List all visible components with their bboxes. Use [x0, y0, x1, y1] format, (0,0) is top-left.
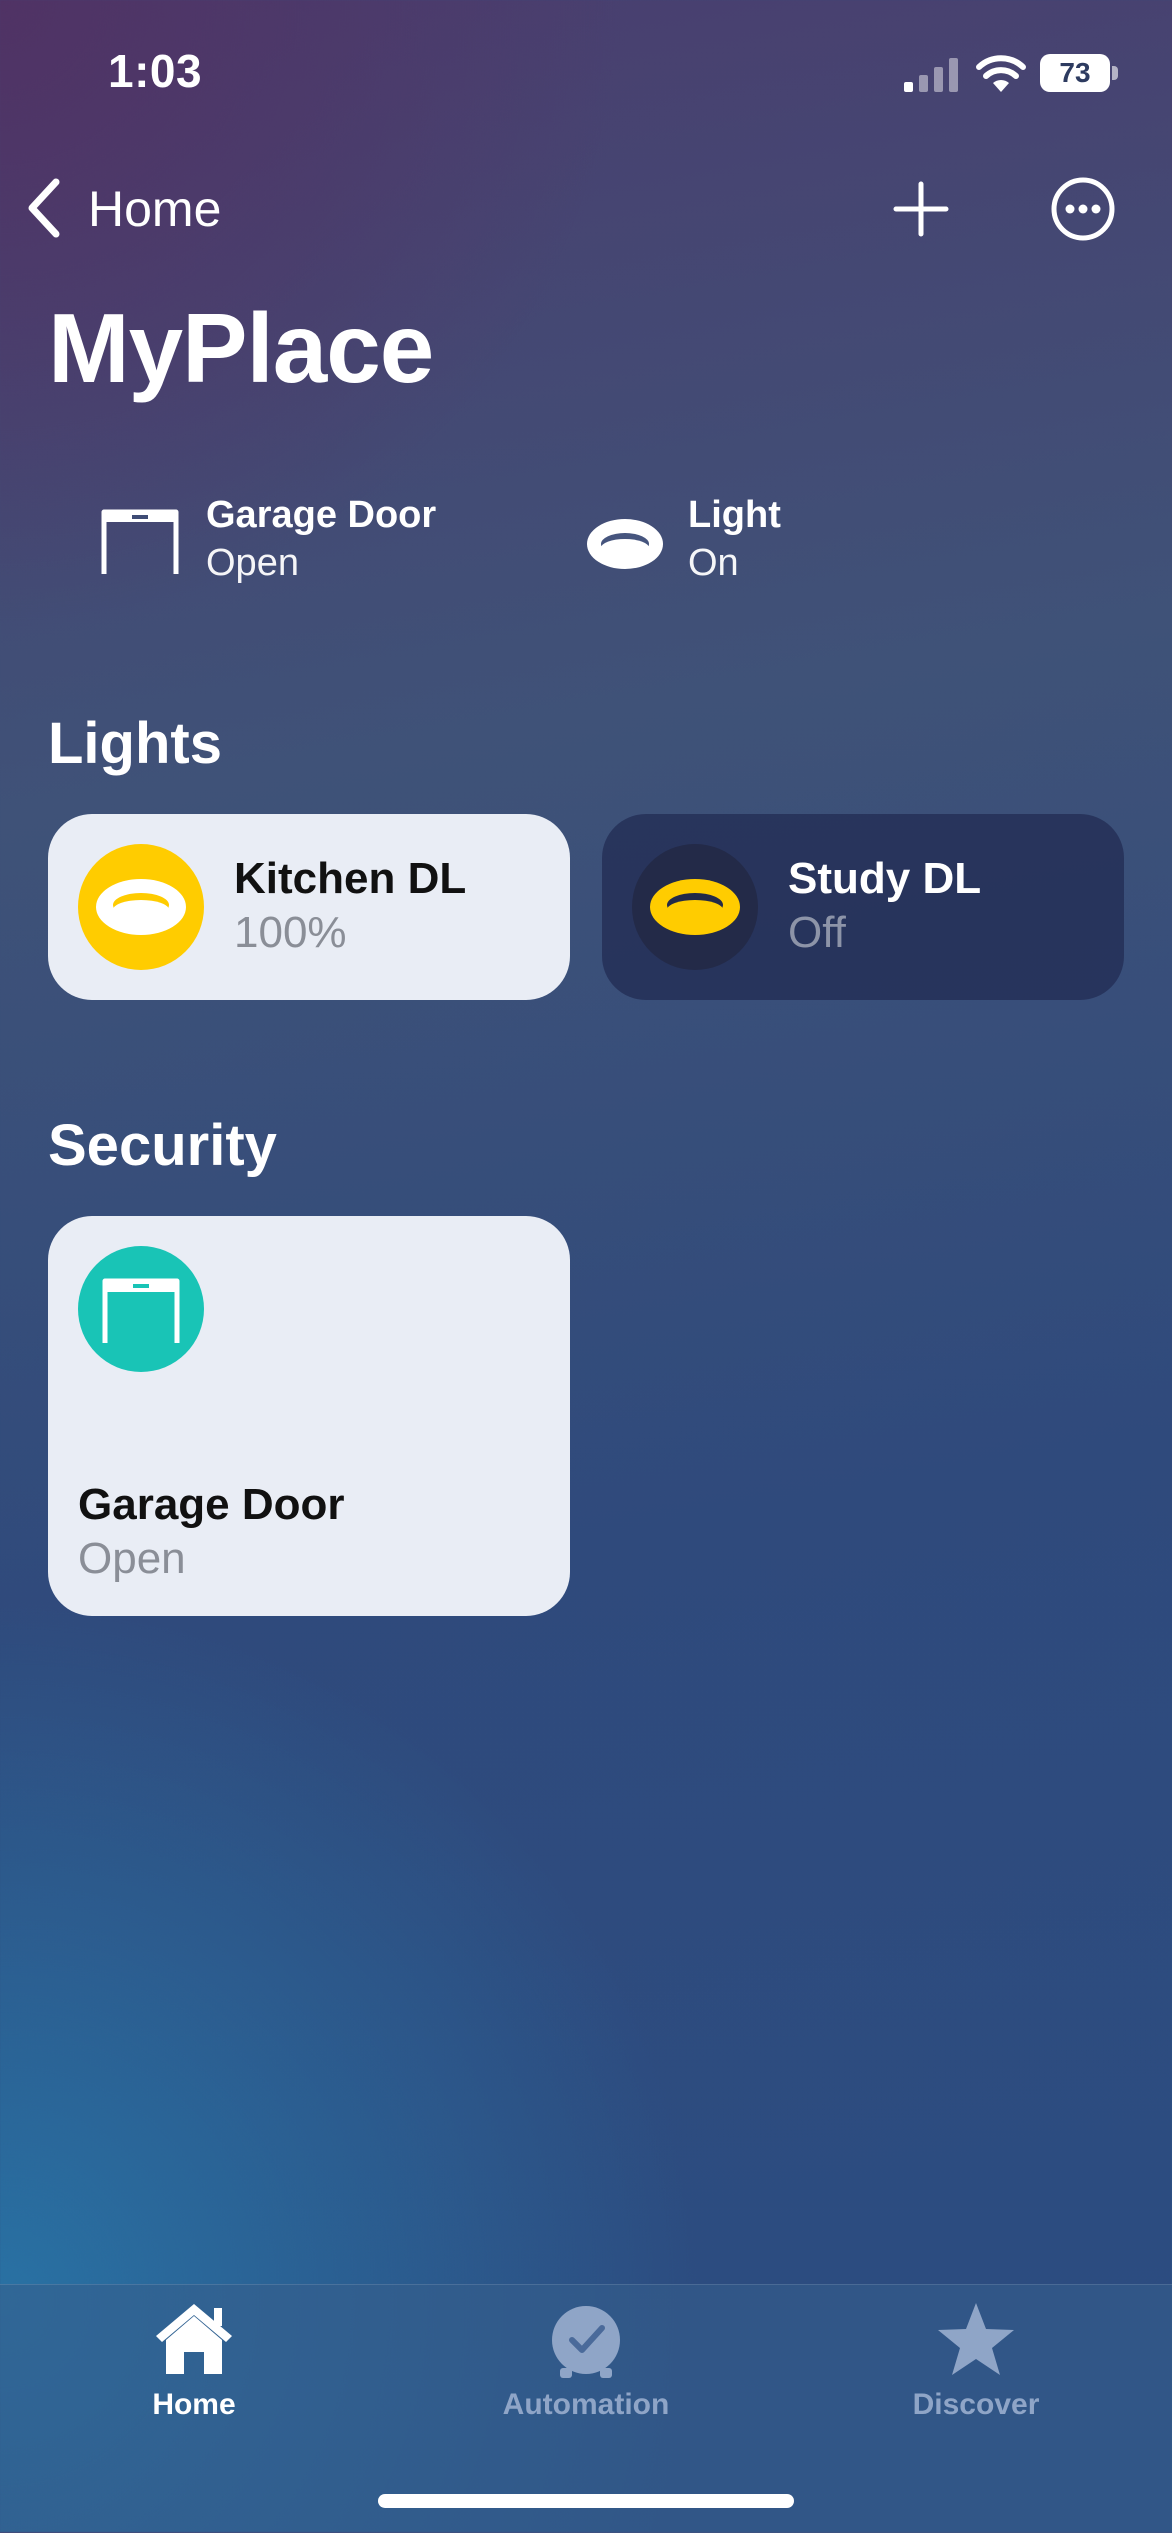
- accessory-tile-kitchen-dl[interactable]: Kitchen DL 100%: [48, 814, 570, 1000]
- battery-indicator: 73: [1040, 54, 1110, 92]
- tile-name: Kitchen DL: [234, 854, 467, 903]
- tile-status: Open: [78, 1534, 186, 1583]
- summary-item-light[interactable]: Light On: [582, 494, 882, 594]
- summary-status: Open: [206, 542, 299, 584]
- tile-name: Study DL: [788, 854, 982, 903]
- accessory-tile-garage-door[interactable]: Garage Door Open: [48, 1216, 570, 1616]
- wifi-icon: [976, 55, 1026, 92]
- clock-check-icon: [552, 2306, 620, 2378]
- battery-tip: [1112, 66, 1118, 80]
- more-options-icon[interactable]: [1050, 176, 1116, 242]
- section-title-security: Security: [48, 1113, 277, 1178]
- downlight-icon: [587, 519, 663, 569]
- downlight-icon: [650, 879, 740, 935]
- chevron-left-icon: [28, 178, 60, 238]
- accessory-tile-study-dl[interactable]: Study DL Off: [602, 814, 1124, 1000]
- add-icon[interactable]: [892, 180, 950, 238]
- tab-label: Home: [152, 2388, 236, 2421]
- house-icon: [156, 2304, 232, 2374]
- tab-automation[interactable]: Automation: [456, 2296, 716, 2436]
- tab-home[interactable]: Home: [64, 2296, 324, 2436]
- tab-label: Automation: [502, 2388, 670, 2421]
- summary-title: Light: [688, 494, 781, 536]
- summary-status: On: [688, 542, 739, 584]
- tile-icon-circle: [78, 1246, 204, 1372]
- tab-label: Discover: [912, 2388, 1040, 2421]
- page-title: MyPlace: [48, 293, 434, 403]
- status-time: 1:03: [108, 45, 203, 97]
- tile-status: 100%: [234, 908, 347, 957]
- summary-item-garage-door[interactable]: Garage Door Open: [96, 494, 476, 594]
- tile-status: Off: [788, 908, 846, 957]
- cellular-signal-icon: [904, 58, 958, 92]
- tab-discover[interactable]: Discover: [846, 2296, 1106, 2436]
- garage-door-icon: [102, 1278, 180, 1343]
- tile-icon-circle: [632, 844, 758, 970]
- garage-door-icon: [101, 509, 179, 574]
- star-icon: [938, 2303, 1014, 2375]
- tile-name: Garage Door: [78, 1480, 345, 1529]
- downlight-icon: [96, 879, 186, 935]
- home-indicator: [378, 2494, 794, 2508]
- summary-title: Garage Door: [206, 494, 437, 536]
- section-title-lights: Lights: [48, 711, 222, 776]
- back-label[interactable]: Home: [88, 180, 221, 238]
- tile-icon-circle: [78, 844, 204, 970]
